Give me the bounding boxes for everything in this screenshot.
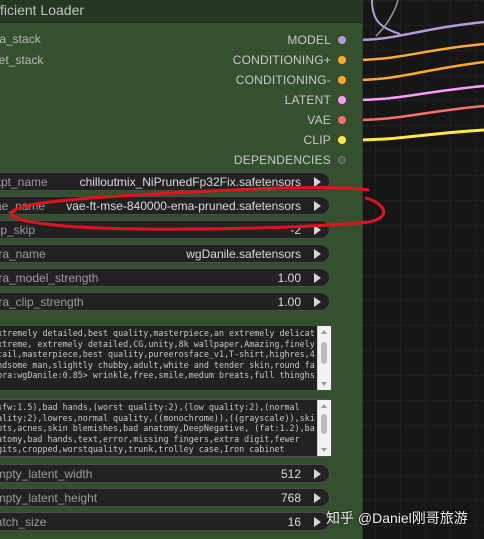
empty-latent-height-value: 768	[280, 491, 301, 505]
batch-size-value: 16	[287, 515, 301, 529]
output-vae-label: VAE	[307, 113, 331, 127]
output-dependencies-slot[interactable]	[338, 156, 346, 164]
watermark-text: 知乎 @Daniel刚哥旅游	[326, 510, 468, 526]
output-clip[interactable]: CLIP	[304, 132, 346, 148]
empty-latent-width-right-arrow-icon[interactable]	[314, 469, 321, 479]
scrollbar-thumb[interactable]	[321, 342, 327, 364]
empty-latent-width-label: empty_latent_width	[0, 467, 93, 481]
lora-model-strength-right-arrow-icon[interactable]	[314, 273, 321, 283]
input-cnet-stack[interactable]: cnet_stack	[0, 53, 43, 67]
output-latent-label: LATENT	[284, 93, 331, 107]
negative-prompt-text: (nsfw:1.5),bad hands,(worst quality:2),(…	[0, 402, 315, 454]
lora-name-right-arrow-icon[interactable]	[314, 249, 321, 259]
positive-prompt-text: (extremely detailed,best quality,masterp…	[0, 328, 315, 380]
lora-name-label: lora_name	[0, 247, 46, 261]
empty-latent-height-widget[interactable]: empty_latent_height 768	[0, 488, 330, 507]
lora-clip-strength-widget[interactable]: lora_clip_strength 1.00	[0, 292, 330, 311]
lora-clip-strength-label: lora_clip_strength	[0, 295, 84, 309]
scroll-down-icon[interactable]	[321, 448, 327, 452]
vae-name-widget[interactable]: vae_name vae-ft-mse-840000-ema-pruned.sa…	[0, 196, 330, 215]
scroll-up-icon[interactable]	[321, 404, 327, 408]
scroll-down-icon[interactable]	[321, 382, 327, 386]
batch-size-label: batch_size	[0, 515, 47, 529]
wire-latent[interactable]	[353, 84, 484, 102]
vae-name-right-arrow-icon[interactable]	[314, 201, 321, 211]
batch-size-right-arrow-icon[interactable]	[314, 517, 321, 527]
lora-model-strength-label: lora_model_strength	[0, 271, 99, 285]
output-conditioning-positive-label: CONDITIONING+	[232, 53, 331, 67]
output-clip-label: CLIP	[303, 133, 331, 147]
output-conditioning-negative-label: CONDITIONING-	[235, 73, 331, 87]
scrollbar-thumb[interactable]	[321, 414, 327, 434]
lora-name-value: wgDanile.safetensors	[186, 247, 301, 261]
wire-model[interactable]	[353, 20, 484, 42]
output-dependencies[interactable]: DEPENDENCIES	[234, 152, 346, 168]
efficient-loader-node[interactable]: Efficient Loader lora_stack cnet_stack M…	[0, 0, 363, 539]
clip-skip-right-arrow-icon[interactable]	[314, 225, 321, 235]
clip-skip-widget[interactable]: clip_skip -2	[0, 220, 330, 239]
wire-clip[interactable]	[353, 128, 484, 142]
output-vae-slot[interactable]	[338, 116, 346, 124]
vae-name-label: vae_name	[0, 199, 46, 213]
output-model-label: MODEL	[287, 33, 331, 47]
ckpt-name-widget[interactable]: ckpt_name chilloutmix_NiPrunedFp32Fix.sa…	[0, 172, 330, 191]
positive-prompt-scrollbar[interactable]	[317, 326, 331, 390]
empty-latent-height-label: empty_latent_height	[0, 491, 98, 505]
scroll-up-icon[interactable]	[321, 330, 327, 334]
lora-clip-strength-right-arrow-icon[interactable]	[314, 297, 321, 307]
output-vae[interactable]: VAE	[307, 112, 346, 128]
vae-name-value: vae-ft-mse-840000-ema-pruned.safetensors	[66, 199, 301, 213]
negative-prompt-scrollbar[interactable]	[317, 400, 331, 456]
ckpt-name-label: ckpt_name	[0, 175, 48, 189]
output-model[interactable]: MODEL	[287, 32, 346, 48]
empty-latent-height-right-arrow-icon[interactable]	[314, 493, 321, 503]
output-conditioning-negative-slot[interactable]	[338, 76, 346, 84]
lora-clip-strength-value: 1.00	[277, 295, 301, 309]
output-conditioning-negative[interactable]: CONDITIONING-	[236, 72, 346, 88]
batch-size-widget[interactable]: batch_size 16	[0, 512, 330, 531]
output-conditioning-positive-slot[interactable]	[338, 56, 346, 64]
output-latent-slot[interactable]	[338, 96, 346, 104]
node-title-bar[interactable]: Efficient Loader	[0, 0, 362, 23]
clip-skip-label: clip_skip	[0, 223, 36, 237]
output-latent[interactable]: LATENT	[285, 92, 346, 108]
node-title: Efficient Loader	[0, 2, 85, 18]
wire-vae[interactable]	[353, 104, 484, 122]
input-lora-stack[interactable]: lora_stack	[0, 32, 41, 46]
ckpt-name-right-arrow-icon[interactable]	[314, 177, 321, 187]
lora-name-widget[interactable]: lora_name wgDanile.safetensors	[0, 244, 330, 263]
empty-latent-width-value: 512	[280, 467, 301, 481]
output-model-slot[interactable]	[338, 36, 346, 44]
lora-model-strength-widget[interactable]: lora_model_strength 1.00	[0, 268, 330, 287]
positive-prompt-textarea[interactable]: (extremely detailed,best quality,masterp…	[0, 325, 332, 391]
ckpt-name-value: chilloutmix_NiPrunedFp32Fix.safetensors	[79, 175, 301, 189]
wire-conditioning-positive[interactable]	[353, 42, 484, 62]
wire-external-2[interactable]	[375, 0, 399, 37]
output-dependencies-label: DEPENDENCIES	[233, 153, 331, 167]
output-clip-slot[interactable]	[338, 136, 346, 144]
negative-prompt-textarea[interactable]: (nsfw:1.5),bad hands,(worst quality:2),(…	[0, 399, 332, 457]
wire-conditioning-negative[interactable]	[353, 60, 484, 82]
output-conditioning-positive[interactable]: CONDITIONING+	[233, 52, 346, 68]
clip-skip-value: -2	[290, 223, 301, 237]
empty-latent-width-widget[interactable]: empty_latent_width 512	[0, 464, 330, 483]
lora-model-strength-value: 1.00	[277, 271, 301, 285]
